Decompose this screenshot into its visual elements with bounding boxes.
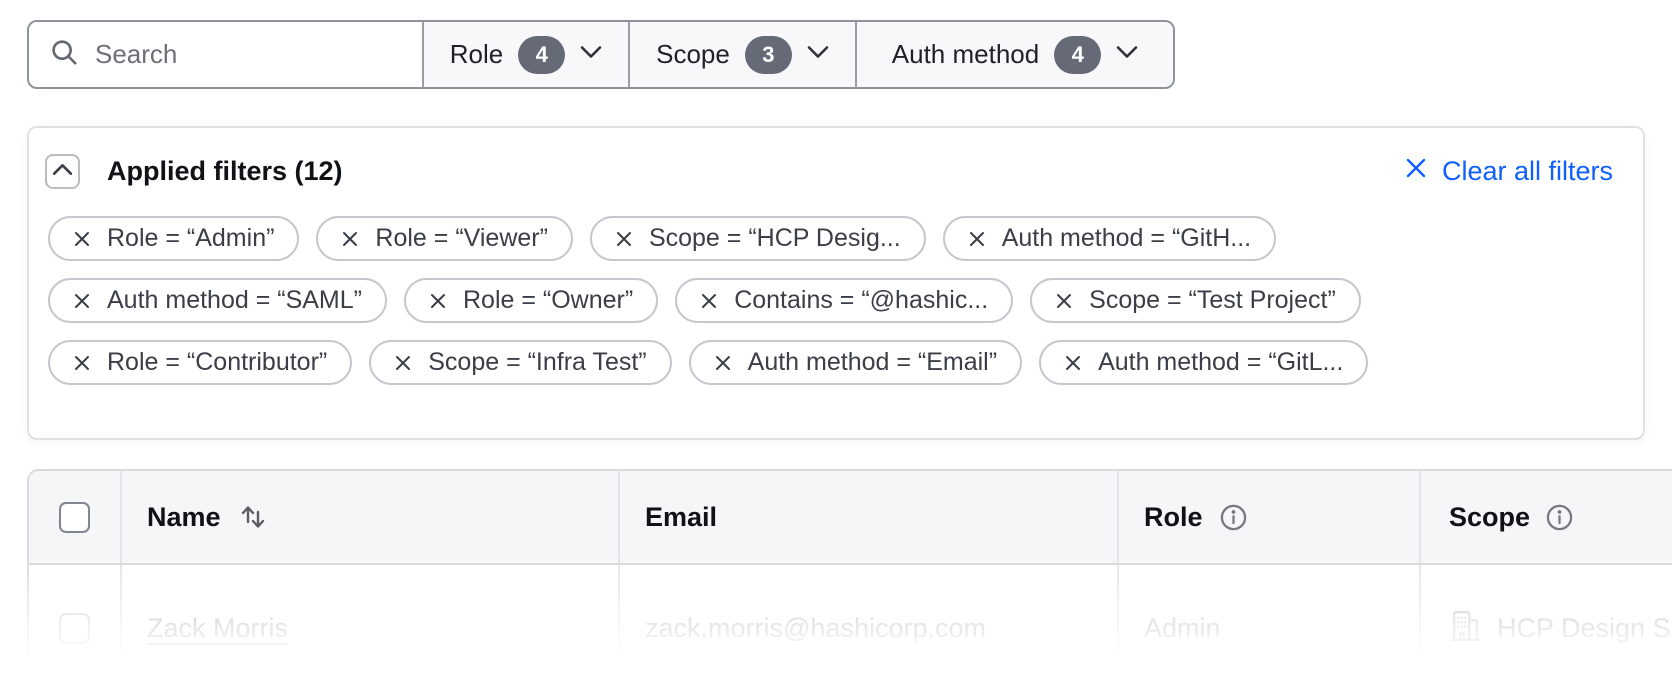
filter-chip: Contains = “@hashic... (675, 278, 1013, 323)
header-cell-scope: Scope (1419, 471, 1672, 563)
filter-chip: Role = “Contributor” (48, 340, 352, 385)
user-name-link[interactable]: Zack Morris (147, 613, 288, 644)
auth-method-filter-count-badge: 4 (1054, 36, 1101, 74)
table-row: Zack Morris zack.morris@hashicorp.com Ad… (29, 565, 1672, 690)
building-icon (1449, 609, 1482, 648)
filter-chip-label: Contains = “@hashic... (734, 286, 988, 315)
applied-filters-panel: Applied filters (12) Clear all filters R… (27, 126, 1645, 440)
collapse-filters-button[interactable] (45, 154, 80, 189)
header-cell-name: Name (120, 471, 618, 563)
filter-chip-label: Role = “Owner” (463, 286, 633, 315)
filter-chip-label: Scope = “Test Project” (1089, 286, 1336, 315)
user-email: zack.morris@hashicorp.com (645, 613, 986, 644)
filter-chip: Scope = “HCP Desig... (590, 216, 926, 261)
search-icon (49, 37, 79, 72)
filter-chip: Auth method = “SAML” (48, 278, 387, 323)
filter-chip: Auth method = “GitL... (1039, 340, 1368, 385)
filter-chip-label: Auth method = “Email” (748, 348, 997, 377)
close-icon (1404, 156, 1428, 187)
filter-chip: Auth method = “Email” (689, 340, 1022, 385)
user-filter-page: Role 4 Scope 3 Auth method 4 (0, 0, 1672, 690)
name-column-label: Name (147, 502, 221, 533)
info-icon[interactable] (1219, 503, 1248, 532)
filter-chip-label: Scope = “HCP Desig... (649, 224, 901, 253)
remove-filter-icon[interactable] (429, 292, 447, 310)
remove-filter-icon[interactable] (73, 292, 91, 310)
filter-chip-label: Auth method = “SAML” (107, 286, 362, 315)
role-column-label: Role (1144, 502, 1203, 533)
select-all-checkbox[interactable] (59, 502, 90, 533)
remove-filter-icon[interactable] (73, 354, 91, 372)
filter-chip: Role = “Owner” (404, 278, 658, 323)
filter-chip: Role = “Admin” (48, 216, 299, 261)
row-checkbox[interactable] (59, 613, 90, 644)
chevron-down-icon (807, 45, 829, 64)
filter-chip-label: Auth method = “GitL... (1098, 348, 1343, 377)
filter-chip: Auth method = “GitH... (943, 216, 1276, 261)
chip-row: Role = “Contributor” Scope = “Infra Test… (48, 340, 1619, 385)
filter-chip-label: Auth method = “GitH... (1002, 224, 1251, 253)
filter-chip: Scope = “Infra Test” (369, 340, 671, 385)
filter-chip-label: Role = “Admin” (107, 224, 274, 253)
row-cell-scope: HCP Design S (1419, 565, 1672, 690)
row-cell-role: Admin (1117, 565, 1419, 690)
header-cell-select (29, 471, 120, 563)
search-input[interactable] (95, 39, 405, 70)
filter-toolbar: Role 4 Scope 3 Auth method 4 (27, 20, 1175, 89)
remove-filter-icon[interactable] (615, 230, 633, 248)
clear-all-filters-button[interactable]: Clear all filters (1404, 156, 1613, 187)
clear-all-filters-label: Clear all filters (1442, 156, 1613, 187)
filter-chip: Scope = “Test Project” (1030, 278, 1361, 323)
applied-filters-title: Applied filters (12) (107, 156, 343, 187)
chevron-down-icon (1116, 45, 1138, 64)
chevron-up-icon (52, 163, 73, 181)
header-cell-role: Role (1117, 471, 1419, 563)
filter-chip-label: Scope = “Infra Test” (428, 348, 646, 377)
remove-filter-icon[interactable] (341, 230, 359, 248)
scope-column-label: Scope (1449, 502, 1530, 533)
remove-filter-icon[interactable] (714, 354, 732, 372)
remove-filter-icon[interactable] (394, 354, 412, 372)
remove-filter-icon[interactable] (73, 230, 91, 248)
chevron-down-icon (580, 45, 602, 64)
scope-filter-label: Scope (656, 39, 730, 70)
auth-method-filter-dropdown[interactable]: Auth method 4 (855, 22, 1173, 87)
filter-chip: Role = “Viewer” (316, 216, 573, 261)
role-filter-label: Role (450, 39, 503, 70)
scope-filter-count-badge: 3 (745, 36, 792, 74)
user-role: Admin (1144, 613, 1221, 644)
search-box (29, 22, 422, 87)
row-cell-email: zack.morris@hashicorp.com (618, 565, 1117, 690)
remove-filter-icon[interactable] (1064, 354, 1082, 372)
filter-chips-area: Role = “Admin” Role = “Viewer” Scope = “… (29, 189, 1643, 385)
info-icon[interactable] (1545, 503, 1574, 532)
users-table: Name Email Role (27, 469, 1672, 690)
header-cell-email: Email (618, 471, 1117, 563)
sort-icon[interactable] (239, 501, 267, 533)
table-header-row: Name Email Role (29, 471, 1672, 565)
user-scope: HCP Design S (1497, 613, 1671, 644)
applied-filters-header: Applied filters (12) Clear all filters (29, 128, 1643, 189)
chip-row: Auth method = “SAML” Role = “Owner” Cont… (48, 278, 1619, 323)
remove-filter-icon[interactable] (700, 292, 718, 310)
scope-filter-dropdown[interactable]: Scope 3 (628, 22, 855, 87)
role-filter-dropdown[interactable]: Role 4 (422, 22, 628, 87)
filter-chip-label: Role = “Contributor” (107, 348, 327, 377)
remove-filter-icon[interactable] (968, 230, 986, 248)
row-cell-name: Zack Morris (120, 565, 618, 690)
auth-method-filter-label: Auth method (892, 39, 1039, 70)
chip-row: Role = “Admin” Role = “Viewer” Scope = “… (48, 216, 1619, 261)
remove-filter-icon[interactable] (1055, 292, 1073, 310)
email-column-label: Email (645, 502, 717, 533)
row-cell-select (29, 565, 120, 690)
role-filter-count-badge: 4 (518, 36, 565, 74)
filter-chip-label: Role = “Viewer” (375, 224, 548, 253)
